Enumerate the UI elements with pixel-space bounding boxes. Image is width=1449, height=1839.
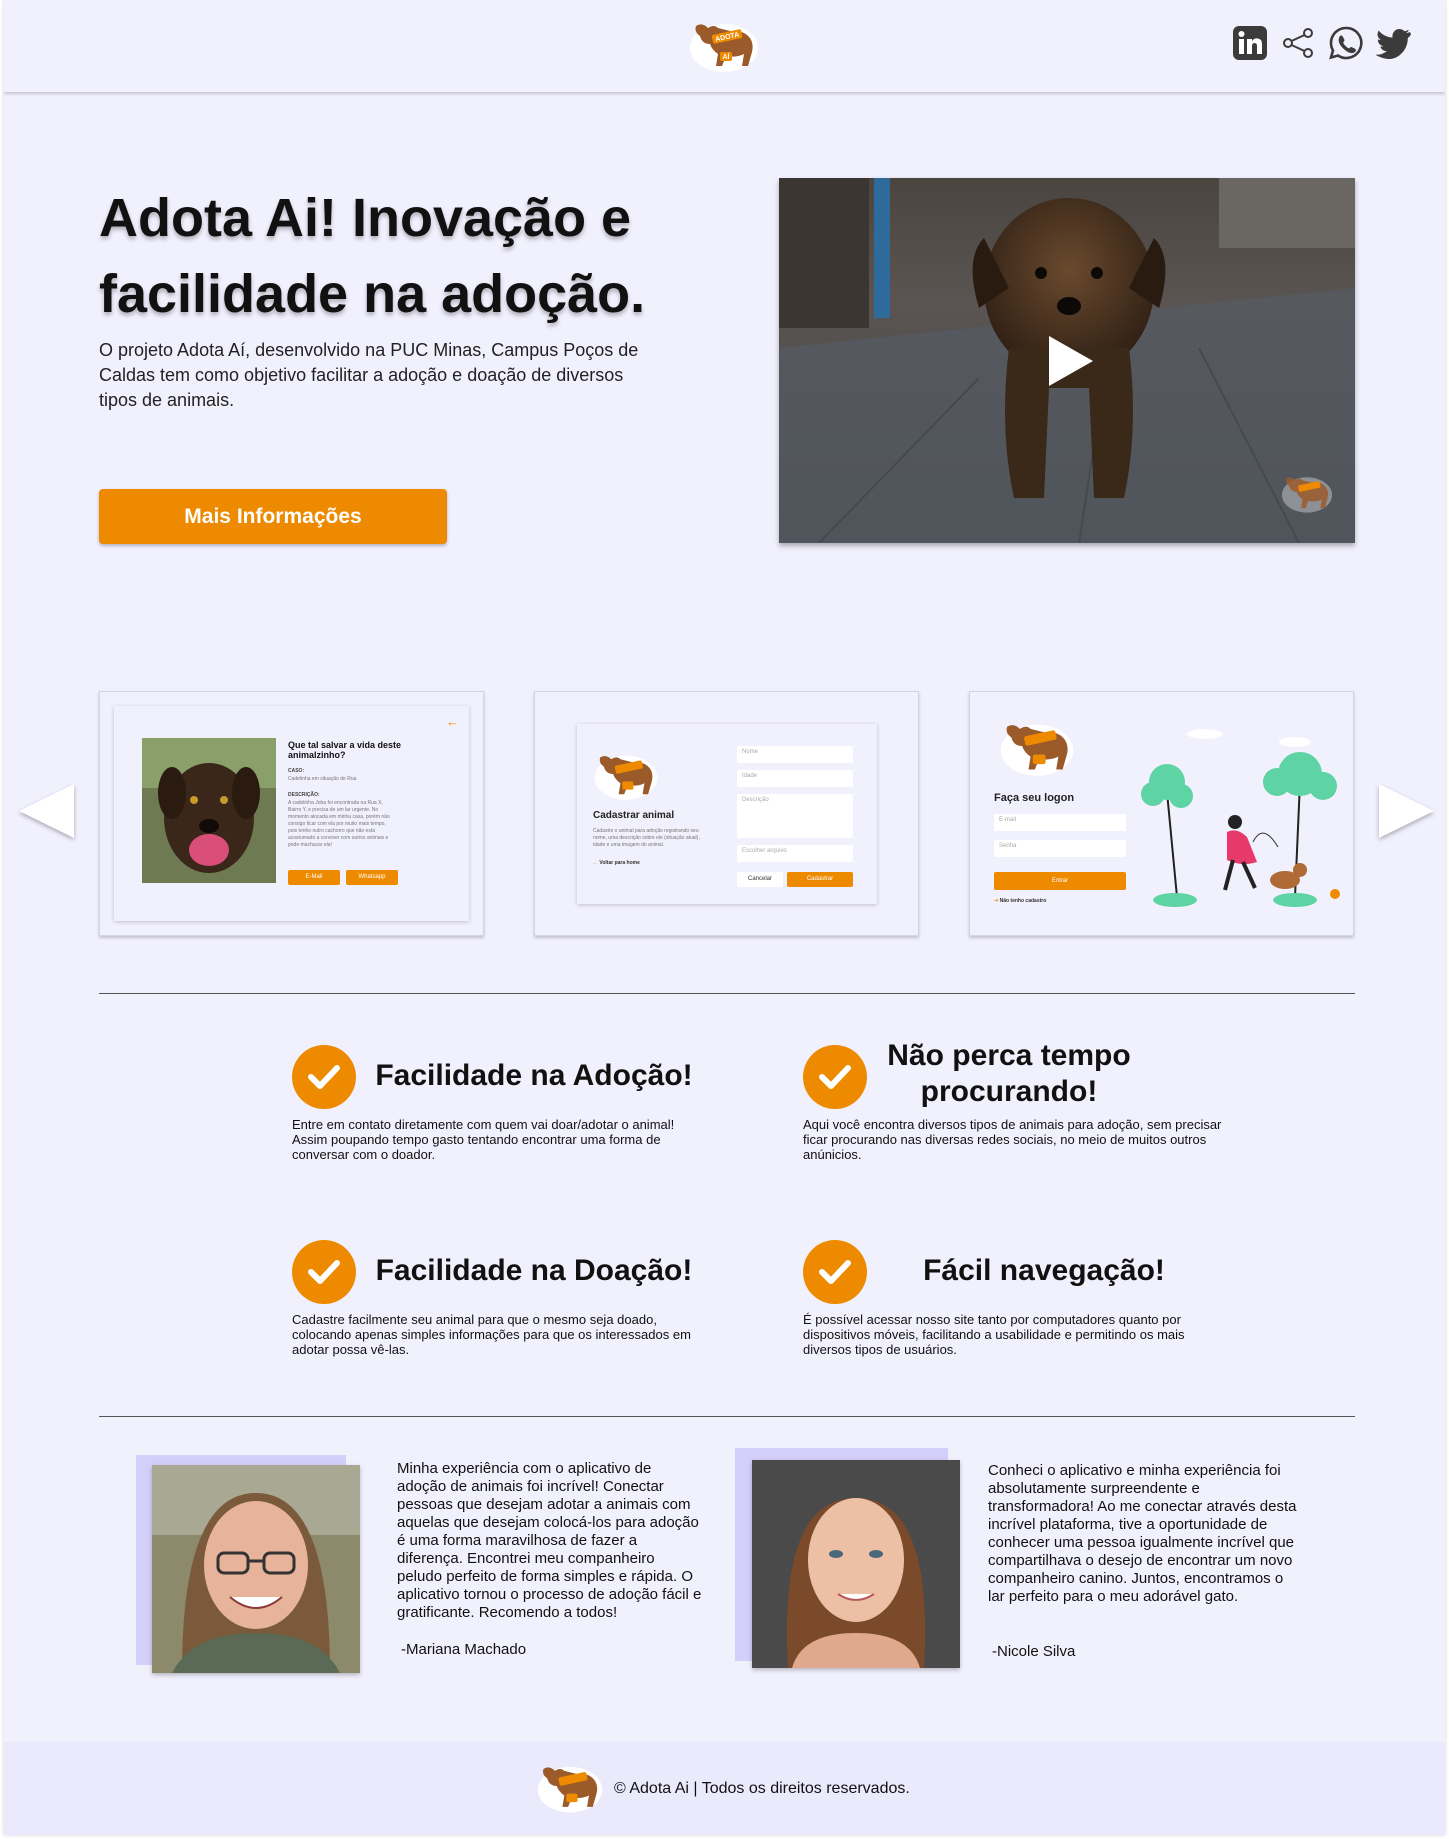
slide2-name-input[interactable]: Nome xyxy=(737,746,853,763)
section-divider xyxy=(99,993,1355,994)
slide-card: Cadastrar animal Cadastre o animal para … xyxy=(577,724,877,904)
slide1-case-text: Cadelinha em situação de Rua xyxy=(288,776,357,782)
slide2-back-link[interactable]: ← Voltar para home xyxy=(593,860,640,867)
slide3-password-input[interactable]: Senha xyxy=(994,840,1126,857)
logo-text-bottom: AÍ xyxy=(723,52,731,61)
testimonial-photo-nicole xyxy=(752,1460,960,1668)
section-divider xyxy=(99,1416,1355,1417)
dog-photo xyxy=(142,738,276,883)
check-icon xyxy=(803,1240,867,1304)
slide1-title: Que tal salvar a vida deste animalzinho? xyxy=(288,740,402,760)
slide2-cancel-button[interactable]: Cancelar xyxy=(737,872,783,887)
slide2-logo xyxy=(594,755,658,800)
testimonial-quote: Conheci o aplicativo e minha experiência… xyxy=(988,1462,1297,1605)
landing-page: ADOTA AÍ Adota Ai! Inovação e facilidade… xyxy=(4,0,1445,1835)
slide3-email-input[interactable]: E-mail xyxy=(994,814,1126,831)
slide2-age-input[interactable]: Idade xyxy=(737,770,853,787)
slide2-file-input[interactable]: Escolher arquivo xyxy=(737,845,853,862)
brand-logo[interactable]: ADOTA AÍ xyxy=(686,14,762,74)
slide-card: Que tal salvar a vida deste animalzinho?… xyxy=(114,706,469,921)
slide3-register-link-label: Não tenho cadastro xyxy=(999,898,1047,904)
feature-description: Entre em contato diretamente com quem va… xyxy=(292,1117,675,1162)
back-arrow-icon[interactable]: ← xyxy=(446,714,459,729)
footer-logo[interactable] xyxy=(534,1756,606,1816)
more-info-button[interactable]: Mais Informações xyxy=(99,489,447,544)
slide2-submit-button[interactable]: Cadastrar xyxy=(787,872,853,887)
footer-copyright: © Adota Ai | Todos os direitos reservado… xyxy=(614,1780,910,1797)
girl-walking-dog-illustration xyxy=(1141,729,1340,907)
feature-description: Cadastre facilmente seu animal para que … xyxy=(292,1312,691,1357)
carousel-slide-login[interactable]: Faça seu logon E-mail Senha Entrar ⇥ Não… xyxy=(969,691,1354,936)
feature-description: É possível acessar nosso site tanto por … xyxy=(803,1312,1185,1357)
feature-title: Facilidade na Adoção! xyxy=(375,1059,693,1092)
slide2-description-input[interactable]: Descrição xyxy=(737,794,853,838)
slide1-desc-label: DESCRIÇÃO: xyxy=(288,792,320,798)
social-links xyxy=(1231,24,1413,62)
slide2-description: Cadastre o animal para adoção registrand… xyxy=(593,828,700,848)
carousel-prev-arrow[interactable] xyxy=(19,784,74,838)
hero-description: O projeto Adota Aí, desenvolvido na PUC … xyxy=(99,340,639,410)
slide3-logo xyxy=(1000,724,1074,776)
slide1-whatsapp-button[interactable]: Whatsapp xyxy=(346,870,398,885)
slide3-register-link[interactable]: ⇥ Não tenho cadastro xyxy=(994,898,1046,905)
carousel-next-arrow[interactable] xyxy=(1379,784,1434,838)
twitter-icon[interactable] xyxy=(1375,24,1413,62)
check-icon xyxy=(292,1240,356,1304)
feature-title: Facilidade na Doação! xyxy=(375,1254,693,1287)
whatsapp-icon[interactable] xyxy=(1327,24,1365,62)
slide1-desc-text: A cadelinha Joba foi encontrada na Rua X… xyxy=(288,800,390,848)
slide2-back-link-label: Voltar para home xyxy=(599,860,640,866)
slide3-login-button[interactable]: Entrar xyxy=(994,872,1126,890)
footer: © Adota Ai | Todos os direitos reservado… xyxy=(4,1742,1445,1835)
play-icon[interactable] xyxy=(1049,336,1093,386)
slide3-title: Faça seu logon xyxy=(994,792,1075,804)
carousel-slide-register-animal[interactable]: Cadastrar animal Cadastre o animal para … xyxy=(534,691,919,936)
testimonial-author: -Mariana Machado xyxy=(401,1641,527,1658)
feature-description: Aqui você encontra diversos tipos de ani… xyxy=(803,1117,1222,1162)
feature-title: Não perca tempo procurando! xyxy=(887,1039,1131,1108)
header: ADOTA AÍ xyxy=(4,0,1445,92)
video-watermark-logo xyxy=(1281,477,1333,513)
linkedin-icon[interactable] xyxy=(1231,24,1269,62)
slide2-title: Cadastrar animal xyxy=(593,810,675,821)
testimonial-author: -Nicole Silva xyxy=(992,1643,1076,1660)
share-icon[interactable] xyxy=(1279,24,1317,62)
testimonial-photo-mariana xyxy=(152,1465,360,1673)
hero-video[interactable] xyxy=(779,178,1355,543)
testimonial-quote: Minha experiência com o aplicativo de ad… xyxy=(397,1460,702,1621)
carousel-slide-adoption[interactable]: Que tal salvar a vida deste animalzinho?… xyxy=(99,691,484,936)
check-icon xyxy=(803,1045,867,1109)
slide1-case-label: CASO: xyxy=(288,768,305,774)
check-icon xyxy=(292,1045,356,1109)
hero-title: Adota Ai! Inovação e facilidade na adoçã… xyxy=(99,188,646,324)
feature-title: Fácil navegação! xyxy=(923,1254,1165,1287)
slide1-email-button[interactable]: E-Mail xyxy=(288,870,340,885)
